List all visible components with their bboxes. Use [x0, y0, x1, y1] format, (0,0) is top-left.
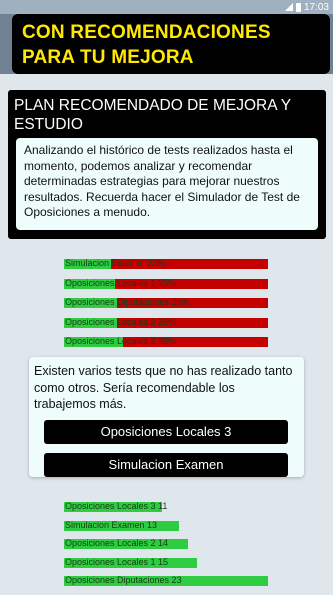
- recommendations-banner: CON RECOMENDACIONES PARA TU MEJORA: [12, 14, 330, 74]
- recommendation-text: Existen varios tests que no has realizad…: [34, 364, 293, 411]
- chart1-row: Oposiciones Locales 2 29%: [64, 337, 268, 347]
- signal-icon: [284, 3, 293, 11]
- recommendation-card: Existen varios tests que no has realizad…: [29, 357, 304, 477]
- battery-icon: [295, 2, 301, 12]
- chart2-bar-label: Oposiciones Locales 3 11: [65, 501, 168, 511]
- test-count-chart: Oposiciones Locales 3 11 Simulacion Exame…: [64, 501, 268, 595]
- chart2-row: Simulacion Examen 13: [64, 519, 268, 531]
- chart2-bar-label: Oposiciones Locales 1 15: [65, 556, 169, 567]
- chart1-bar-label: Oposiciones Locales 3 26%: [65, 317, 177, 327]
- chart1-bar-label: Oposiciones Locales 1 25%: [65, 278, 177, 288]
- plan-description: Analizando el histórico de tests realiza…: [16, 138, 318, 230]
- chart2-bar-label: Simulacion Examen 13: [65, 519, 158, 530]
- chart1-row: Simulacion Examen 23%: [64, 259, 268, 269]
- recommended-test-button-2[interactable]: Simulacion Examen: [44, 453, 288, 477]
- chart1-bar-label: Oposiciones Locales 2 29%: [65, 337, 177, 346]
- chart1-bar-label: Oposiciones Diputaciones 26%: [65, 298, 190, 307]
- chart2-row: Oposiciones Diputaciones 23: [64, 575, 268, 586]
- chart1-row: Oposiciones Locales 3 26%: [64, 317, 268, 328]
- chart2-row: Oposiciones Locales 2 14: [64, 538, 268, 549]
- chart2-bar-label: Oposiciones Diputaciones 23: [65, 575, 182, 585]
- chart2-row: Oposiciones Locales 1 15: [64, 556, 268, 568]
- chart2-bar-label: Oposiciones Locales 2 14: [65, 538, 169, 548]
- status-bar: 17:03: [0, 0, 333, 14]
- chart1-bar-label: Simulacion Examen 23%: [65, 259, 166, 268]
- plan-panel: PLAN RECOMENDADO DE MEJORA Y ESTUDIO Ana…: [8, 90, 326, 239]
- plan-title: PLAN RECOMENDADO DE MEJORA Y ESTUDIO: [14, 97, 291, 133]
- status-time: 17:03: [303, 1, 329, 13]
- success-rate-chart: Simulacion Examen 23% Oposiciones Locales…: [64, 259, 268, 357]
- recommended-test-button-1[interactable]: Oposiciones Locales 3: [44, 420, 288, 444]
- banner-title: CON RECOMENDACIONES PARA TU MEJORA: [22, 22, 271, 68]
- chart1-row: Oposiciones Locales 1 25%: [64, 278, 268, 289]
- chart2-row: Oposiciones Locales 3 11: [64, 501, 268, 512]
- chart1-row: Oposiciones Diputaciones 26%: [64, 298, 268, 308]
